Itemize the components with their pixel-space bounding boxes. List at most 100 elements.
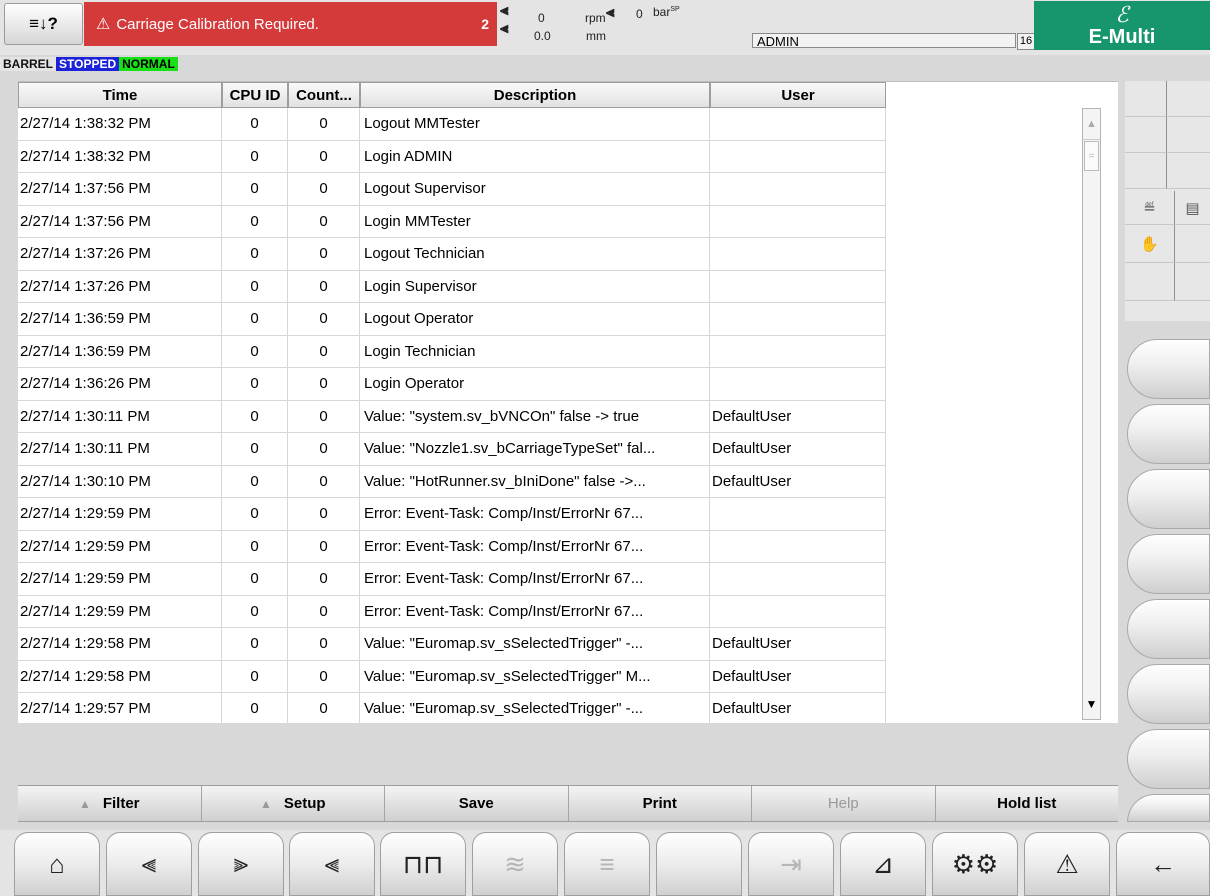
- bottom-navigation: ⌂ ⫷ ⫸ ⫷ ⊓⊓ ≋ ≡ ⇥ ⊿ ⚙⚙ ⚠ ←: [0, 830, 1210, 896]
- print-button[interactable]: Print: [569, 786, 752, 821]
- cell-time: 2/27/14 1:36:26 PM: [18, 368, 222, 401]
- table-row[interactable]: 2/27/14 1:36:59 PM 0 0 Logout Operator: [18, 303, 888, 336]
- mold-close-icon[interactable]: ⫷: [106, 832, 192, 896]
- side-button-1[interactable]: [1127, 339, 1210, 399]
- table-row[interactable]: 2/27/14 1:36:26 PM 0 0 Login Operator: [18, 368, 888, 401]
- side-cell: [1125, 81, 1167, 117]
- table-row[interactable]: 2/27/14 1:29:59 PM 0 0 Error: Event-Task: C…: [18, 498, 888, 531]
- document-icon[interactable]: ≡: [564, 832, 650, 896]
- cell-cpu-id: 0: [222, 628, 288, 661]
- cell-description: Logout MMTester: [360, 108, 710, 141]
- user-level: 16: [1017, 33, 1035, 50]
- table-row[interactable]: 2/27/14 1:37:26 PM 0 0 Login Supervisor: [18, 270, 888, 303]
- blank-icon[interactable]: [656, 832, 742, 896]
- table-row[interactable]: 2/27/14 1:29:59 PM 0 0 Error: Event-Task: C…: [18, 563, 888, 596]
- hand-icon[interactable]: ✋: [1125, 225, 1175, 263]
- vertical-scrollbar[interactable]: ▲ = ▼: [1082, 108, 1101, 720]
- side-button-5[interactable]: [1127, 599, 1210, 659]
- cell-count: 0: [288, 595, 360, 628]
- table-row[interactable]: 2/27/14 1:29:58 PM 0 0 Value: "Euromap.sv_s…: [18, 660, 888, 693]
- cell-user: [710, 205, 886, 238]
- cell-description: Value: "Euromap.sv_sSelectedTrigger" M..…: [360, 660, 710, 693]
- hotrunner-icon[interactable]: ≋: [472, 832, 558, 896]
- table-row[interactable]: 2/27/14 1:38:32 PM 0 0 Logout MMTester: [18, 108, 888, 141]
- back-arrow-icon[interactable]: ←: [1116, 832, 1210, 896]
- cell-time: 2/27/14 1:38:32 PM: [18, 140, 222, 173]
- heater-icon[interactable]: ≝: [1125, 191, 1175, 225]
- robot-icon[interactable]: ⇥: [748, 832, 834, 896]
- graph-icon[interactable]: ⊿: [840, 832, 926, 896]
- column-header-description[interactable]: Description: [360, 82, 710, 108]
- side-button-8[interactable]: [1127, 794, 1210, 822]
- column-header-cpu-id[interactable]: CPU ID: [222, 82, 288, 108]
- table-row[interactable]: 2/27/14 1:29:59 PM 0 0 Error: Event-Task: C…: [18, 530, 888, 563]
- logo-icon: ℰ: [1115, 3, 1129, 28]
- scroll-thumb[interactable]: =: [1084, 141, 1099, 171]
- current-user-field[interactable]: ADMIN: [752, 33, 1016, 49]
- mode-badge: NORMAL: [119, 57, 178, 71]
- cell-user: [710, 530, 886, 563]
- side-button-2[interactable]: [1127, 404, 1210, 464]
- cell-cpu-id: 0: [222, 335, 288, 368]
- injection-icon[interactable]: ⊓⊓: [380, 832, 466, 896]
- table-row[interactable]: 2/27/14 1:29:58 PM 0 0 Value: "Euromap.sv_s…: [18, 628, 888, 661]
- triangle-up-icon: ▲: [78, 796, 91, 811]
- side-button-3[interactable]: [1127, 469, 1210, 529]
- ejector-icon[interactable]: ⫸: [198, 832, 284, 896]
- cell-count: 0: [288, 433, 360, 466]
- speed-unit: rpm: [585, 11, 606, 25]
- cell-cpu-id: 0: [222, 270, 288, 303]
- side-button-4[interactable]: [1127, 534, 1210, 594]
- core-icon[interactable]: ⫷: [289, 832, 375, 896]
- cell-count: 0: [288, 400, 360, 433]
- machine-state-badge: STOPPED: [56, 57, 120, 71]
- cell-description: Login Supervisor: [360, 270, 710, 303]
- table-row[interactable]: 2/27/14 1:29:57 PM 0 0 Value: "Euromap.sv_s…: [18, 693, 888, 723]
- logo: ℰ E-Multi: [1034, 1, 1210, 50]
- home-icon[interactable]: ⌂: [14, 832, 100, 896]
- cell-description: Error: Event-Task: Comp/Inst/ErrorNr 67.…: [360, 498, 710, 531]
- cell-time: 2/27/14 1:37:26 PM: [18, 270, 222, 303]
- scroll-up-icon[interactable]: ▲: [1083, 109, 1100, 140]
- table-row[interactable]: 2/27/14 1:30:11 PM 0 0 Value: "Nozzle1.sv_b…: [18, 433, 888, 466]
- pressure-unit: barSP: [653, 5, 680, 19]
- help-button[interactable]: Help: [752, 786, 936, 821]
- triangle-up-icon: ▲: [259, 796, 272, 811]
- alarm-banner[interactable]: ⚠ Carriage Calibration Required. 2: [84, 2, 497, 46]
- softkey-bar: ▲ Filter ▲ Setup Save Print Help Hold list: [18, 785, 1118, 822]
- cell-user: DefaultUser: [710, 433, 886, 466]
- save-button[interactable]: Save: [385, 786, 569, 821]
- side-indicator-grid: ≝ ▤ ✋: [1125, 81, 1210, 321]
- cell-time: 2/27/14 1:29:58 PM: [18, 628, 222, 661]
- table-row[interactable]: 2/27/14 1:37:56 PM 0 0 Login MMTester: [18, 205, 888, 238]
- side-button-6[interactable]: [1127, 664, 1210, 724]
- top-status-bar: ≡↓? ⚠ Carriage Calibration Required. 2 ⫷…: [0, 0, 1210, 71]
- table-row[interactable]: 2/27/14 1:37:26 PM 0 0 Logout Technician: [18, 238, 888, 271]
- side-cell: [1125, 153, 1167, 189]
- column-header-count[interactable]: Count...: [288, 82, 360, 108]
- column-header-time[interactable]: Time: [18, 82, 222, 108]
- cell-time: 2/27/14 1:36:59 PM: [18, 303, 222, 336]
- table-row[interactable]: 2/27/14 1:30:11 PM 0 0 Value: "system.sv_bV…: [18, 400, 888, 433]
- settings-gears-icon[interactable]: ⚙⚙: [932, 832, 1018, 896]
- table-row[interactable]: 2/27/14 1:36:59 PM 0 0 Login Technician: [18, 335, 888, 368]
- table-row[interactable]: 2/27/14 1:29:59 PM 0 0 Error: Event-Task: C…: [18, 595, 888, 628]
- column-header-user[interactable]: User: [710, 82, 886, 108]
- setup-button[interactable]: ▲ Setup: [202, 786, 385, 821]
- list-icon[interactable]: ▤: [1175, 191, 1210, 225]
- filter-button[interactable]: ▲ Filter: [18, 786, 202, 821]
- cell-cpu-id: 0: [222, 693, 288, 723]
- side-button-7[interactable]: [1127, 729, 1210, 789]
- scroll-down-icon[interactable]: ▼: [1083, 689, 1100, 719]
- table-row[interactable]: 2/27/14 1:37:56 PM 0 0 Logout Supervisor: [18, 173, 888, 206]
- cell-time: 2/27/14 1:37:26 PM: [18, 238, 222, 271]
- cell-description: Login Operator: [360, 368, 710, 401]
- table-row[interactable]: 2/27/14 1:30:10 PM 0 0 Value: "HotRunner.sv…: [18, 465, 888, 498]
- help-icon-button[interactable]: ≡↓?: [4, 3, 83, 45]
- alarm-warning-icon[interactable]: ⚠: [1024, 832, 1110, 896]
- side-cell: [1167, 81, 1210, 117]
- cell-description: Error: Event-Task: Comp/Inst/ErrorNr 67.…: [360, 563, 710, 596]
- side-cell: [1167, 117, 1210, 153]
- hold-list-button[interactable]: Hold list: [936, 786, 1119, 821]
- table-row[interactable]: 2/27/14 1:38:32 PM 0 0 Login ADMIN: [18, 140, 888, 173]
